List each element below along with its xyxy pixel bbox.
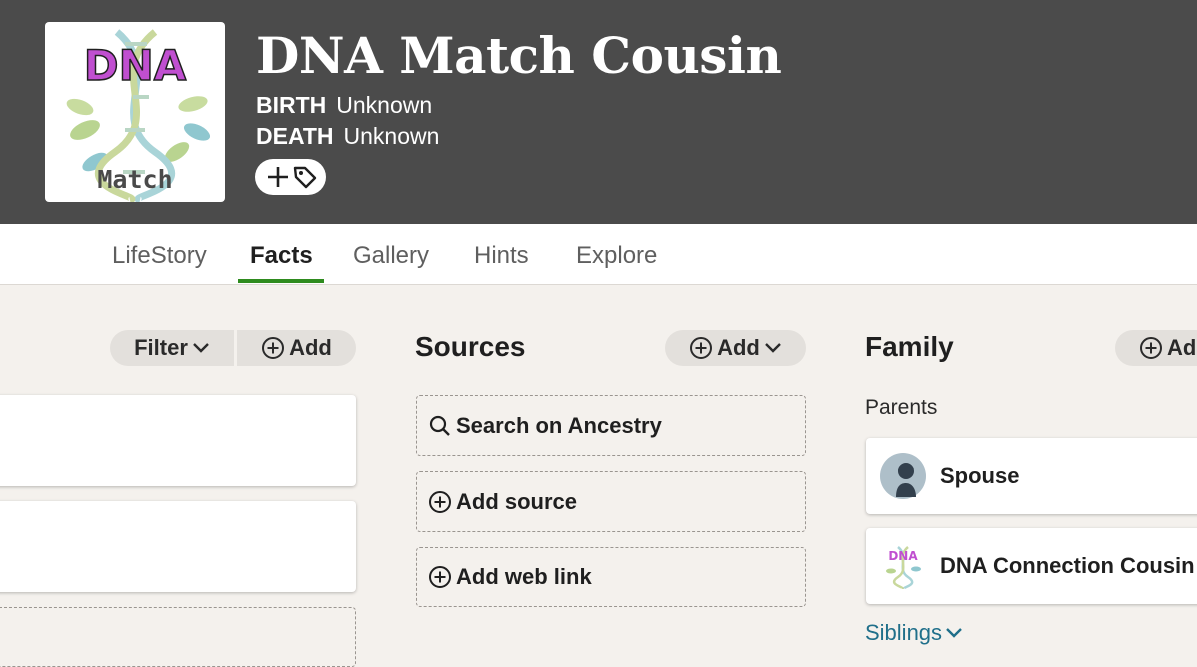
add-tag-icon: [267, 166, 316, 189]
search-icon: [429, 415, 450, 436]
tab-gallery[interactable]: Gallery: [353, 242, 429, 270]
tab-explore[interactable]: Explore: [576, 242, 657, 270]
birth-value: Unknown: [336, 92, 433, 118]
death-fact: DEATH Unknown: [256, 123, 439, 150]
plus-circle-icon: [1140, 337, 1162, 359]
search-on-ancestry-button[interactable]: Search on Ancestry: [416, 395, 806, 456]
family-title: Family: [865, 331, 954, 362]
add-source-button[interactable]: Add source: [416, 471, 806, 532]
logo-match-text: Match: [97, 165, 172, 194]
birth-fact: BIRTH Unknown: [256, 92, 432, 119]
plus-circle-icon: [690, 337, 713, 359]
death-label: DEATH: [256, 123, 334, 149]
facts-add-label: Add: [289, 335, 332, 360]
parent-card[interactable]: DNA DNA Connection Cousin: [866, 528, 1197, 604]
plus-circle-icon: [429, 566, 451, 588]
dna-helix-logo: DNA Match: [66, 29, 211, 202]
family-add-button[interactable]: Add: [1115, 330, 1197, 366]
siblings-toggle[interactable]: Siblings: [865, 620, 963, 646]
add-web-link-button[interactable]: Add web link: [416, 547, 806, 607]
parent-card[interactable]: Spouse: [866, 438, 1197, 514]
tab-facts[interactable]: Facts: [250, 242, 313, 270]
tab-hints[interactable]: Hints: [474, 242, 529, 270]
logo-dna-text: DNA: [84, 41, 187, 90]
siblings-label: Siblings: [865, 620, 943, 645]
fact-card[interactable]: [0, 501, 356, 592]
active-tab-indicator: [238, 279, 324, 283]
birth-label: BIRTH: [256, 92, 327, 118]
fact-card[interactable]: [0, 395, 356, 486]
filter-button[interactable]: Filter: [110, 330, 234, 366]
sources-add-label: Add: [717, 335, 760, 360]
facts-add-button[interactable]: Add: [237, 330, 356, 366]
chevron-down-icon: [946, 628, 962, 638]
family-add-label: Add: [1167, 335, 1197, 360]
chevron-down-icon: [193, 343, 209, 353]
plus-circle-icon: [262, 337, 285, 359]
sources-add-button[interactable]: Add: [665, 330, 806, 366]
person-name: DNA Match Cousin: [256, 26, 782, 85]
profile-header: DNA Match DNA Match Cousin BIRTH Unknown …: [0, 0, 1197, 224]
sources-title: Sources: [415, 331, 526, 362]
death-value: Unknown: [343, 123, 440, 149]
tab-lifestory[interactable]: LifeStory: [112, 242, 207, 270]
plus-circle-icon: [429, 490, 451, 513]
chevron-down-icon: [765, 343, 781, 353]
parent-name: Spouse: [940, 463, 1020, 488]
parents-label: Parents: [865, 396, 938, 419]
avatar-dna-text: DNA: [888, 549, 918, 563]
profile-photo[interactable]: DNA Match: [45, 22, 225, 202]
add-fact-placeholder[interactable]: [0, 607, 356, 667]
dna-logo-avatar-icon: DNA: [880, 543, 926, 589]
parent-name: DNA Connection Cousin: [940, 553, 1195, 578]
add-tag-button[interactable]: [255, 159, 326, 195]
add-web-link-label: Add web link: [456, 564, 592, 589]
add-source-label: Add source: [456, 488, 578, 514]
profile-tabs: LifeStory Facts Gallery Hints Explore: [0, 224, 1197, 285]
silhouette-avatar-icon: [880, 453, 926, 499]
filter-label: Filter: [134, 335, 188, 360]
search-on-ancestry-label: Search on Ancestry: [456, 412, 662, 438]
